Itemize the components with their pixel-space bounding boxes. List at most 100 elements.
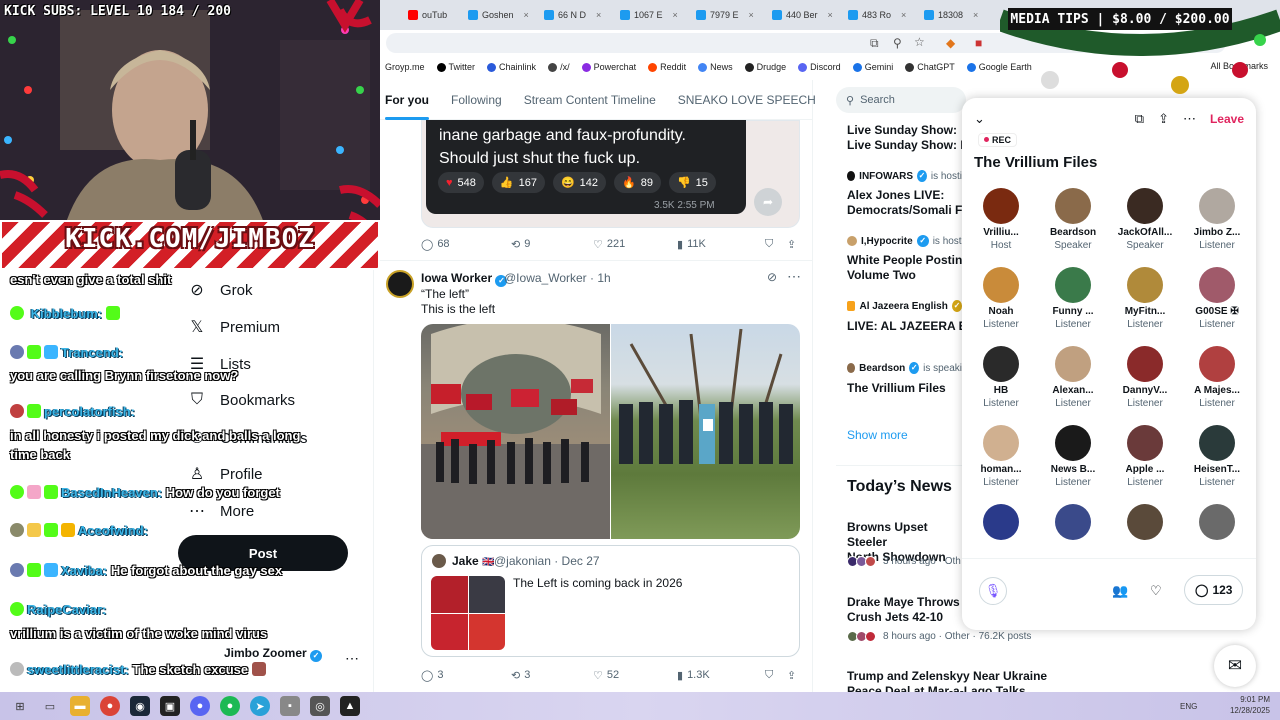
post-author[interactable]: Iowa Worker ✓ xyxy=(421,271,508,287)
bookmark-gemini[interactable]: Gemini xyxy=(852,62,893,72)
nav-profile[interactable]: ♙ Profile xyxy=(188,464,263,484)
minimize-dock-icon[interactable]: ⧉ xyxy=(1135,111,1144,127)
views-button[interactable]: ▮ 11K xyxy=(677,238,765,251)
browser-tab[interactable]: 66 N D × xyxy=(538,4,610,26)
live-item-title[interactable]: Live Sunday Show: Live Sunday Show: Demo… xyxy=(847,123,962,153)
participant[interactable]: Apple ... Listener xyxy=(1110,425,1180,504)
bookmark-chatgpt[interactable]: ChatGPT xyxy=(905,62,955,72)
app-icon[interactable]: ▲ xyxy=(340,696,360,716)
live-item-title[interactable]: The Vrillium Files xyxy=(847,381,962,396)
browser-tab[interactable]: 483 Ro × xyxy=(842,4,914,26)
reaction-thumbs-up[interactable]: 👍 167 xyxy=(491,172,545,193)
tab-stream-content-timeline[interactable]: Stream Content Timeline xyxy=(524,93,656,107)
more-icon[interactable]: ⋯ xyxy=(1183,111,1196,127)
reply-button[interactable]: ◯ 68 xyxy=(421,238,511,251)
telegram-icon[interactable]: ➤ xyxy=(250,696,270,716)
bookmark-powerchat[interactable]: Powerchat xyxy=(581,62,636,72)
microphone-button[interactable]: 🎙 xyxy=(979,577,1007,605)
windows-start-icon[interactable]: ⊞ xyxy=(10,696,30,716)
show-more-link[interactable]: Show more xyxy=(847,428,908,442)
participant[interactable]: HeisenT... Listener xyxy=(1182,425,1252,504)
like-button[interactable]: ♡ 52 xyxy=(593,669,677,682)
repost-button[interactable]: ⟲ 3 xyxy=(511,669,593,682)
obs-icon[interactable]: ◎ xyxy=(310,696,330,716)
grok-icon[interactable]: ⊘ xyxy=(767,270,777,284)
chrome-icon[interactable]: ● xyxy=(100,696,120,716)
close-tab-icon[interactable]: × xyxy=(973,10,978,20)
participant[interactable]: Vrilliu... Host xyxy=(966,188,1036,267)
close-tab-icon[interactable]: × xyxy=(749,10,754,20)
participant[interactable]: Alexan... Listener xyxy=(1038,346,1108,425)
share-icon[interactable]: ➦ xyxy=(754,188,782,216)
share-button[interactable]: ⇪ xyxy=(787,669,796,682)
participant[interactable]: homan... Listener xyxy=(966,425,1036,504)
bookmark-news[interactable]: News xyxy=(698,62,733,72)
participant[interactable] xyxy=(1182,504,1252,553)
participant[interactable]: Jimbo Z... Listener xyxy=(1182,188,1252,267)
browser-tab[interactable]: ouTub xyxy=(402,4,460,26)
nav-more[interactable]: ⋯ More xyxy=(188,501,254,521)
system-clock[interactable]: 9:01 PM 12/28/2025 xyxy=(1230,694,1270,716)
live-item-title[interactable]: Alex Jones LIVE: Democrats/Somali Fra xyxy=(847,188,962,218)
post-photo-rally[interactable] xyxy=(421,324,610,539)
browser-tab[interactable]: 18308 × xyxy=(918,4,990,26)
bookmark-x[interactable]: /x/ xyxy=(548,62,570,72)
tab-sneako-love-speech[interactable]: SNEAKO LOVE SPEECH xyxy=(678,93,816,107)
zoom-icon[interactable]: ⚲ xyxy=(893,36,902,50)
extension-metamask-icon[interactable]: ◆ xyxy=(946,36,955,50)
close-tab-icon[interactable]: × xyxy=(524,10,529,20)
bookmark-button[interactable]: ⛉ xyxy=(765,669,787,682)
close-tab-icon[interactable]: × xyxy=(673,10,678,20)
leave-button[interactable]: Leave xyxy=(1210,112,1244,126)
tab-following[interactable]: Following xyxy=(451,93,502,107)
extension-icon[interactable]: ■ xyxy=(975,36,982,50)
share-icon[interactable]: ⇪ xyxy=(1158,111,1169,127)
tab-for-you[interactable]: For you xyxy=(385,93,429,120)
install-app-icon[interactable]: ⧉ xyxy=(870,36,879,51)
reaction-laugh[interactable]: 😄 142 xyxy=(552,172,607,193)
participant[interactable]: Beardson Speaker xyxy=(1038,188,1108,267)
task-view-icon[interactable]: ▭ xyxy=(40,696,60,716)
reaction-heart-icon[interactable]: ♡ xyxy=(1150,583,1162,599)
participant[interactable]: JackOfAll... Speaker xyxy=(1110,188,1180,267)
live-item-title[interactable]: LIVE: AL JAZEERA ENG xyxy=(847,319,962,334)
language-indicator[interactable]: ENG xyxy=(1180,702,1197,711)
participant[interactable]: A Majes... Listener xyxy=(1182,346,1252,425)
bookmark-drudge[interactable]: Drudge xyxy=(744,62,786,72)
news-item-title[interactable]: Drake Maye Throws Fi Crush Jets 42-10 xyxy=(847,595,962,625)
participant[interactable] xyxy=(966,504,1036,553)
bookmark-star-icon[interactable]: ☆ xyxy=(914,35,925,49)
bookmark-groyp[interactable]: Groyp.me xyxy=(385,62,425,72)
like-button[interactable]: ♡ 221 xyxy=(593,238,677,251)
quoted-post-card[interactable]: Jake 🇬🇧 @jakonian · Dec 27 The Left is c… xyxy=(421,545,800,657)
participant[interactable]: G00SE ✠ Listener xyxy=(1182,267,1252,346)
spotify-icon[interactable]: ● xyxy=(220,696,240,716)
discord-icon[interactable]: ● xyxy=(190,696,210,716)
browser-tab[interactable]: 1067 E × xyxy=(614,4,686,26)
bookmark-chainlink[interactable]: Chainlink xyxy=(487,62,536,72)
participant[interactable] xyxy=(1038,504,1108,553)
terminal-icon[interactable]: ▣ xyxy=(160,696,180,716)
collapse-icon[interactable]: ⌄ xyxy=(974,111,985,127)
avatar[interactable] xyxy=(386,270,414,298)
more-icon[interactable]: ⋯ xyxy=(787,268,801,285)
close-tab-icon[interactable]: × xyxy=(901,10,906,20)
bookmark-button[interactable]: ⛉ xyxy=(765,238,787,251)
participant[interactable]: News B... Listener xyxy=(1038,425,1108,504)
steam-icon[interactable]: ◉ xyxy=(130,696,150,716)
participant[interactable]: MyFitn... Listener xyxy=(1110,267,1180,346)
share-button[interactable]: ⇪ xyxy=(787,238,796,251)
browser-tab[interactable]: Goshen × xyxy=(462,4,534,26)
repost-button[interactable]: ⟲ 9 xyxy=(511,238,593,251)
participant[interactable]: Noah Listener xyxy=(966,267,1036,346)
comments-button[interactable]: ◯ 123 xyxy=(1184,575,1244,605)
bookmark-reddit[interactable]: Reddit xyxy=(648,62,686,72)
participant[interactable]: Funny ... Listener xyxy=(1038,267,1108,346)
live-item-title[interactable]: White People Posting Volume Two xyxy=(847,253,962,283)
reaction-thumbs-down[interactable]: 👎 15 xyxy=(668,172,716,193)
participant[interactable]: HB Listener xyxy=(966,346,1036,425)
views-button[interactable]: ▮ 1.3K xyxy=(677,669,765,682)
messages-button[interactable]: ✉ xyxy=(1214,645,1256,687)
search-input[interactable]: ⚲ Search xyxy=(836,87,966,113)
reply-button[interactable]: ◯ 3 xyxy=(421,669,511,682)
